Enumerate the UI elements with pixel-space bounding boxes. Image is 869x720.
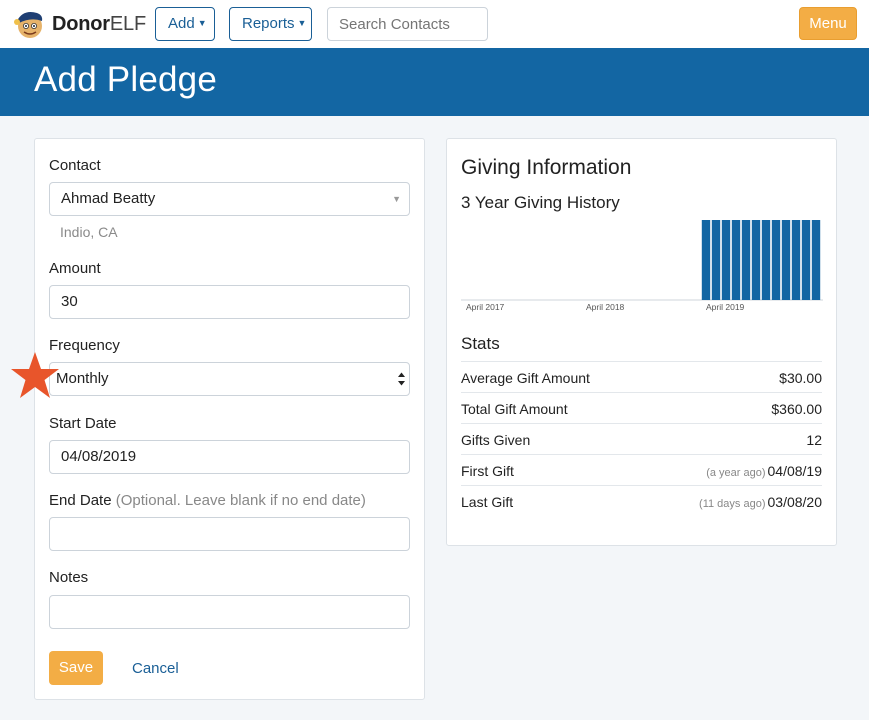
stat-value-wrap: (11 days ago) 03/08/20 [699, 493, 822, 513]
chart-bar [781, 220, 791, 300]
star-icon [11, 352, 59, 398]
giving-information-panel: Giving Information 3 Year Giving History… [446, 138, 837, 546]
page-title: Add Pledge [34, 60, 217, 99]
stat-label: First Gift [461, 463, 514, 479]
stat-row: First Gift (a year ago) 04/08/19 [461, 454, 822, 485]
stat-value-wrap: 12 [804, 431, 822, 451]
stat-label: Average Gift Amount [461, 370, 590, 386]
end-date-field[interactable] [49, 517, 410, 551]
stat-row: Average Gift Amount $30.00 [461, 361, 822, 392]
chart-bar [791, 220, 801, 300]
chart-x-tick-label: April 2017 [466, 302, 505, 312]
stat-value-wrap: (a year ago) 04/08/19 [706, 462, 822, 482]
reports-menu-label: Reports [242, 15, 295, 32]
chart-bar [741, 220, 751, 300]
stat-value-wrap: $30.00 [777, 369, 822, 389]
amount-label: Amount [49, 260, 101, 277]
stats-title: Stats [461, 334, 500, 353]
pledge-form: Contact Ahmad Beatty ▼ Indio, CA Amount … [34, 138, 425, 700]
contact-location: Indio, CA [60, 224, 118, 240]
brand-light: ELF [109, 13, 146, 35]
navbar: DonorELF Add▼ Reports▼ Menu [0, 0, 869, 48]
end-date-label-text: End Date [49, 492, 112, 509]
cancel-link[interactable]: Cancel [132, 660, 179, 678]
amount-field[interactable]: 30 [49, 285, 410, 319]
elf-logo-icon[interactable] [13, 9, 45, 39]
chart-x-tick-label: April 2018 [586, 302, 625, 312]
search-input[interactable] [327, 7, 488, 41]
chevron-down-icon: ▼ [297, 18, 307, 28]
end-date-label: End Date (Optional. Leave blank if no en… [49, 492, 366, 510]
frequency-value: Monthly [56, 370, 109, 387]
stat-value: 12 [806, 432, 822, 448]
menu-button[interactable]: Menu [799, 7, 857, 40]
chart-bar [761, 220, 771, 300]
end-date-hint: (Optional. Leave blank if no end date) [115, 492, 366, 509]
giving-title: Giving Information [461, 156, 632, 179]
stat-ago: (11 days ago) [699, 498, 766, 510]
giving-history-chart: April 2017 April 2018 April 2019 [461, 220, 823, 312]
contact-label: Contact [49, 157, 101, 174]
brand-name[interactable]: DonorELF [52, 12, 146, 36]
chart-x-tick-label: April 2019 [706, 302, 745, 312]
chart-bar [711, 220, 721, 300]
stat-label: Total Gift Amount [461, 401, 568, 417]
add-menu-label: Add [168, 15, 195, 32]
chevron-down-icon: ▼ [392, 194, 401, 204]
stat-row: Gifts Given 12 [461, 423, 822, 454]
stat-value: $30.00 [779, 370, 822, 386]
chart-bar [721, 220, 731, 300]
start-date-label: Start Date [49, 415, 117, 432]
add-menu-button[interactable]: Add ▼ [155, 7, 215, 41]
contact-value: Ahmad Beatty [61, 190, 156, 207]
chart-bar [771, 220, 781, 300]
stat-ago: (a year ago) [706, 467, 766, 479]
reports-menu-button[interactable]: Reports ▼ [229, 7, 312, 41]
contact-select[interactable]: Ahmad Beatty ▼ [49, 182, 410, 216]
chart-bar [731, 220, 741, 300]
chart-bar [801, 220, 811, 300]
stat-row: Last Gift (11 days ago) 03/08/20 [461, 485, 822, 516]
stat-value: 03/08/20 [767, 494, 823, 510]
stat-value: $360.00 [771, 401, 822, 417]
notes-label: Notes [49, 569, 89, 586]
start-date-field[interactable]: 04/08/2019 [49, 440, 410, 474]
chart-bar [701, 220, 711, 300]
stat-value: 04/08/19 [767, 463, 823, 479]
save-button[interactable]: Save [49, 651, 103, 685]
page-header: Add Pledge [0, 48, 869, 116]
brand-bold: Donor [52, 13, 110, 35]
chevron-down-icon: ▼ [197, 18, 207, 28]
chart-bar [751, 220, 761, 300]
select-updown-icon [398, 372, 405, 386]
stat-label: Last Gift [461, 494, 514, 510]
notes-field[interactable] [49, 595, 410, 629]
stat-value-wrap: $360.00 [769, 400, 822, 420]
giving-history-title: 3 Year Giving History [461, 193, 620, 212]
stat-label: Gifts Given [461, 432, 531, 448]
stat-row: Total Gift Amount $360.00 [461, 392, 822, 423]
frequency-select[interactable]: Monthly [49, 362, 410, 396]
chart-bar [811, 220, 821, 300]
